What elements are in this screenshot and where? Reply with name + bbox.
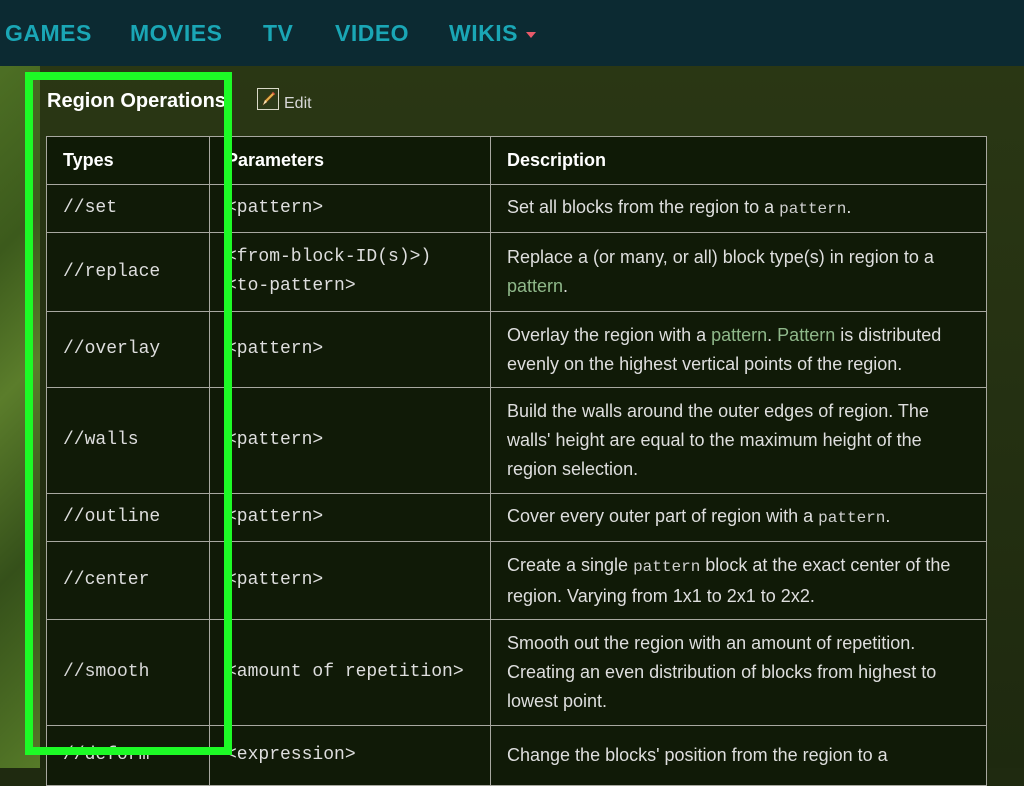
command-description: Overlay the region with a pattern. Patte… [490, 311, 987, 388]
command-parameters: <pattern> [209, 541, 491, 620]
header-parameters: Parameters [209, 136, 491, 185]
parameter-line: <pattern> [226, 570, 324, 590]
description-text: . [563, 276, 569, 296]
inline-code: pattern [633, 557, 701, 576]
command-description: Build the walls around the outer edges o… [490, 387, 987, 494]
parameter-line: <pattern> [226, 339, 324, 359]
parameter-line: <pattern> [226, 198, 324, 218]
description-text: Set all blocks from the region to a [507, 197, 780, 217]
nav-item-games[interactable]: GAMES [5, 18, 92, 48]
command-type[interactable]: //smooth [46, 619, 210, 726]
description-text: . [767, 324, 778, 345]
pattern-link[interactable]: Pattern [777, 325, 835, 345]
description-text: Change the blocks' position from the reg… [507, 745, 888, 765]
command-description: Set all blocks from the region to a patt… [490, 184, 987, 233]
edit-label: Edit [284, 95, 312, 112]
parameter-line: <pattern> [226, 430, 324, 450]
parameter-line: <expression> [226, 745, 356, 765]
table-row: //replace <from-block-ID(s)>) <to-pattern>… [46, 232, 987, 312]
top-navigation-bar: GAMES MOVIES TV VIDEO WIKIS [0, 0, 1024, 66]
command-type[interactable]: //center [46, 541, 210, 620]
description-text: . [885, 506, 891, 526]
description-text: Smooth out the region with an amount of … [507, 633, 937, 711]
command-type[interactable]: //set [46, 184, 210, 233]
table-row: //outline <pattern> Cover every outer part… [46, 493, 987, 542]
command-parameters: <pattern> [209, 311, 491, 388]
nav-item-wikis[interactable]: WIKIS [449, 18, 536, 48]
command-description: Change the blocks' position from the reg… [490, 725, 987, 786]
description-text: Replace a (or many, or all) block type(s… [507, 247, 934, 267]
section-title: Region Operations [47, 90, 226, 112]
description-text: . [846, 197, 852, 217]
inline-code: pattern [818, 509, 886, 527]
nav-item-movies[interactable]: MOVIES [130, 18, 222, 48]
command-type[interactable]: //walls [46, 387, 210, 494]
table-row: //deform <expression> Change the blocks' p… [46, 725, 987, 786]
header-types: Types [46, 136, 210, 185]
pattern-link[interactable]: pattern [711, 325, 767, 345]
header-description: Description [490, 136, 987, 185]
description-text: Cover every outer part of region with a [507, 506, 819, 526]
command-type[interactable]: //deform [46, 725, 210, 786]
region-operations-table: Types Parameters Description //set <patte… [46, 136, 987, 786]
command-type[interactable]: //replace [46, 232, 210, 312]
command-description: Cover every outer part of region with a … [490, 493, 987, 542]
command-parameters: <expression> [209, 725, 491, 786]
description-text: Overlay the region with a [507, 324, 712, 345]
command-parameters: <pattern> [209, 387, 491, 494]
command-description: Create a single pattern block at the exa… [490, 541, 987, 620]
command-parameters: <amount of repetition> [209, 619, 491, 726]
parameter-line: <from-block-ID(s)>) [226, 247, 432, 267]
caret-down-icon [525, 31, 536, 38]
command-type[interactable]: //overlay [46, 311, 210, 388]
pencil-icon [257, 88, 279, 110]
command-parameters: <pattern> [209, 184, 491, 233]
nav-item-wikis-label: WIKIS [449, 20, 518, 46]
description-text: Build the walls around the outer edges o… [507, 401, 929, 479]
table-row: //center <pattern> Create a single pattern… [46, 541, 987, 620]
command-description: Replace a (or many, or all) block type(s… [490, 232, 987, 312]
background-game-art [0, 66, 40, 768]
command-description: Smooth out the region with an amount of … [490, 619, 987, 726]
inline-code: pattern [779, 200, 847, 218]
parameter-line: <amount of repetition> [226, 662, 464, 682]
table-row: //walls <pattern> Build the walls around t… [46, 387, 987, 494]
table-row: //smooth <amount of repetition> Smooth out… [46, 619, 987, 726]
command-parameters: <pattern> [209, 493, 491, 542]
parameter-line: <to-pattern> [226, 276, 356, 296]
table-header-row: Types Parameters Description [46, 136, 987, 185]
table-body: //set <pattern> Set all blocks from the re… [46, 184, 987, 786]
pattern-link[interactable]: pattern [507, 276, 563, 296]
parameter-line: <pattern> [226, 507, 324, 527]
command-parameters: <from-block-ID(s)>) <to-pattern> [209, 232, 491, 312]
nav-item-video[interactable]: VIDEO [335, 18, 409, 48]
nav-item-tv[interactable]: TV [263, 18, 293, 48]
table-row: //overlay <pattern> Overlay the region wit… [46, 311, 987, 388]
description-text: Create a single [507, 554, 634, 575]
command-type[interactable]: //outline [46, 493, 210, 542]
table-row: //set <pattern> Set all blocks from the re… [46, 184, 987, 233]
